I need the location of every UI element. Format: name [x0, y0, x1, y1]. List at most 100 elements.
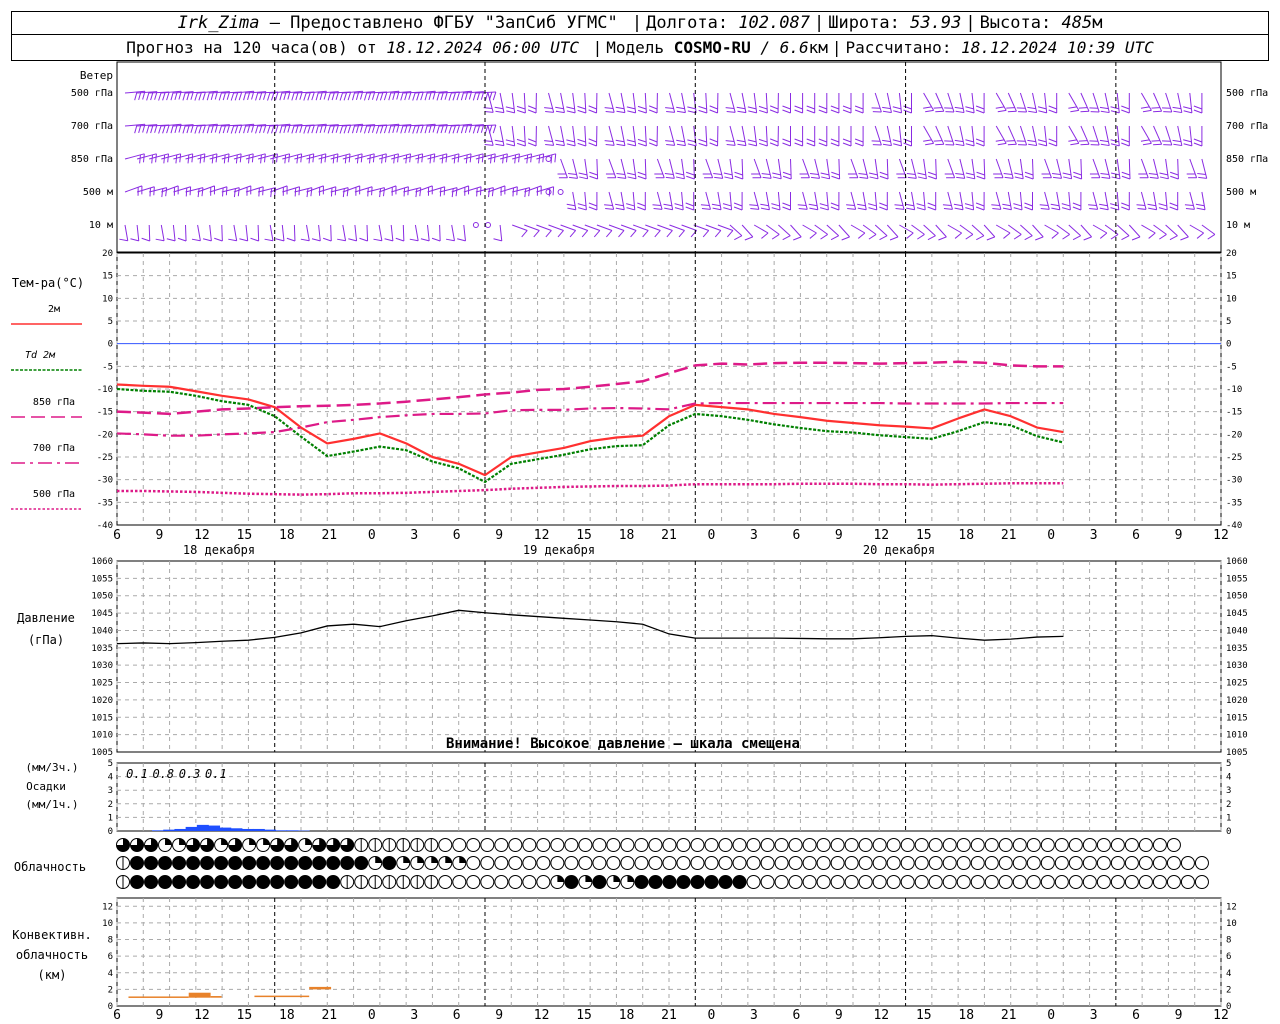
- precip-amounts: 0.1 0.8 0.3 0.1: [126, 767, 227, 781]
- wind-barb-feather: [797, 204, 807, 207]
- cloud-circle: [522, 856, 537, 870]
- wind-barb: [1165, 191, 1168, 210]
- wind-barb-feather: [347, 124, 352, 134]
- cloud-circle-full: [256, 856, 270, 870]
- wind-barb-feather: [665, 107, 674, 109]
- temp-legend: 2м Td 2м 850 гПа 700 гПа 500 гПа: [11, 304, 82, 510]
- wind-barb-feather: [179, 153, 182, 163]
- pressure-tick-right: 1020: [1226, 696, 1248, 706]
- wind-barb: [608, 191, 615, 210]
- wind-barb-feather: [868, 172, 878, 176]
- cloud-circle-full: [648, 875, 662, 889]
- wind-barb-feather: [782, 138, 791, 143]
- wind-barb-feather: [555, 139, 564, 143]
- wind-barb: [293, 224, 296, 242]
- wind-barb: [632, 92, 637, 113]
- wind-barb-feather: [491, 187, 494, 197]
- conv-tick-right: 8: [1226, 936, 1231, 946]
- cloud-circle: [858, 856, 873, 870]
- wind-barb: [185, 224, 187, 242]
- wind-barb: [342, 224, 347, 241]
- wind-barb: [1020, 224, 1033, 237]
- wind-barb-feather: [263, 153, 266, 163]
- wind-barb-feather: [1142, 142, 1152, 146]
- wind-barb: [1056, 191, 1061, 210]
- wind-barb-feather: [976, 175, 985, 180]
- cloud-circle: [928, 838, 943, 852]
- wind-barb-feather: [516, 138, 526, 143]
- wind-barb-feather: [456, 91, 461, 101]
- cloud-circle: [998, 856, 1013, 870]
- cloud-circle-full: [312, 875, 326, 889]
- pressure-warning: Внимание! Высокое давление – шкала смеще…: [446, 736, 800, 752]
- wind-barb-feather: [395, 237, 405, 242]
- wind-barb-feather: [1013, 207, 1023, 211]
- cloud-circle-quarter: [613, 875, 620, 882]
- wind-barb-feather: [737, 110, 746, 114]
- wind-barb-feather: [490, 154, 492, 164]
- cloud-circle: [844, 856, 859, 870]
- wind-barb: [959, 92, 965, 113]
- precip-title-1h: (мм/1ч.): [26, 798, 79, 811]
- cloud-circle: [984, 875, 999, 889]
- wind-barb-feather: [637, 202, 646, 207]
- wind-barb: [402, 224, 405, 242]
- cloud-circle-quarter: [263, 838, 270, 845]
- wind-barbs: [119, 62, 1216, 252]
- wind-barb-feather: [327, 92, 332, 101]
- wind-barb: [1044, 92, 1048, 113]
- wind-barb: [814, 191, 819, 210]
- wind-barb-feather: [397, 153, 399, 163]
- wind-barb-feather: [723, 207, 732, 211]
- wind-barb-feather: [736, 106, 746, 110]
- wind-barb-feather: [198, 125, 202, 134]
- wind-barb-feather: [436, 92, 440, 101]
- cloud-circle-quarter: [445, 856, 452, 863]
- temp-tick-right: 15: [1226, 272, 1237, 282]
- cloud-circle: [1040, 875, 1055, 889]
- cloud-circle: [1138, 875, 1153, 889]
- cloud-circle-full: [130, 856, 144, 870]
- wind-barb-feather: [857, 207, 867, 211]
- wind-barb: [1165, 125, 1173, 146]
- hour-tick: 15: [237, 528, 253, 543]
- wind-barb-feather: [360, 153, 363, 163]
- wind-barb-feather: [1003, 173, 1013, 176]
- wind-barb: [1032, 224, 1044, 238]
- hour-tick: 3: [1090, 1008, 1098, 1023]
- wind-barb: [1092, 92, 1100, 113]
- cloud-circle-full: [172, 856, 186, 870]
- wind-barb: [729, 125, 736, 146]
- pressure-tick-left: 1060: [91, 557, 113, 567]
- cloud-circle-full: [214, 875, 228, 889]
- wind-barb-feather: [1099, 139, 1109, 143]
- cloud-circle: [802, 875, 817, 889]
- wind-barb-feather: [1196, 232, 1204, 239]
- wind-barb-feather: [363, 125, 368, 134]
- wind-barb-feather: [1198, 176, 1207, 179]
- wind-barb: [1189, 92, 1193, 113]
- precip-tick-right: 0: [1226, 827, 1231, 837]
- wind-barb: [378, 224, 383, 241]
- wind-panel: Ветер 500 гПа 700 гПа 850 гПа 500 м 10 м 500…: [71, 61, 1268, 253]
- wind-barb: [584, 125, 587, 146]
- wind-barb: [633, 224, 649, 231]
- wind-barb-feather: [379, 125, 384, 134]
- wind-barb-feather: [230, 92, 235, 101]
- pressure-grid: [116, 561, 1222, 752]
- wind-barb-feather: [300, 238, 310, 242]
- cloud-circle: [844, 838, 859, 852]
- cloud-circle-full: [284, 856, 298, 870]
- wind-barb-feather: [857, 232, 866, 239]
- hour-tick: 15: [916, 1008, 932, 1023]
- conv-tick-right: 12: [1226, 902, 1237, 912]
- wind-barb-feather: [455, 187, 458, 197]
- wind-barb: [560, 158, 568, 178]
- wind-barb-feather: [903, 142, 912, 147]
- wind-barb-feather: [342, 188, 345, 198]
- wind-barb: [765, 158, 772, 179]
- wind-barb-feather: [214, 237, 223, 242]
- wind-barb-feather: [166, 238, 176, 242]
- wind-barb-feather: [687, 143, 697, 147]
- cloud-circle: [704, 838, 719, 852]
